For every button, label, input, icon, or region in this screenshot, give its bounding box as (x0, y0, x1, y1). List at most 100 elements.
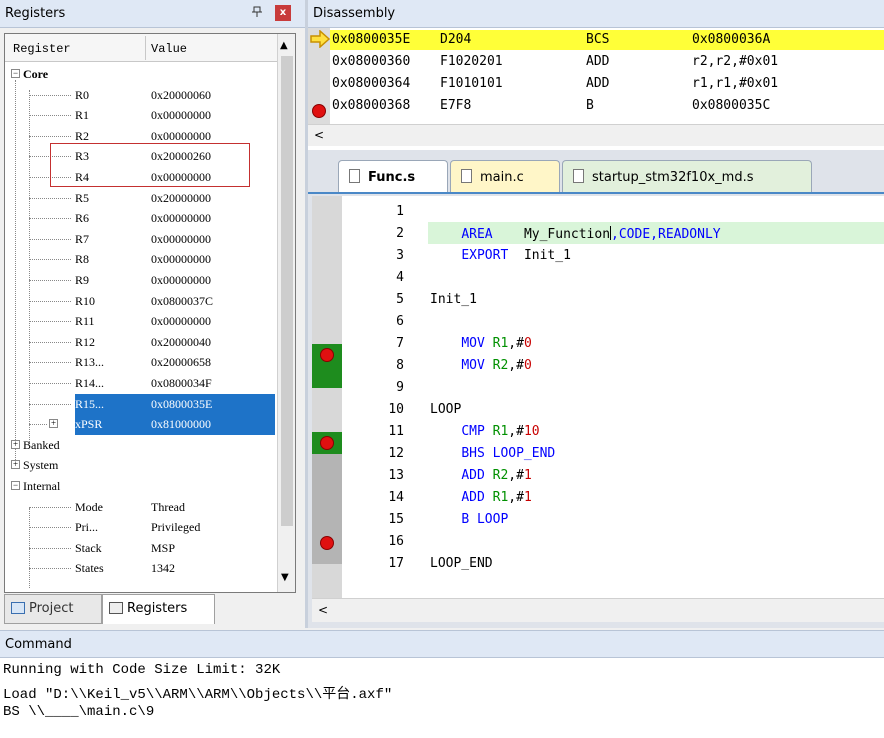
register-row[interactable]: + xPSR 0x81000000 (5, 414, 277, 435)
code-line: EXPORT Init_1 (461, 248, 571, 263)
scroll-left-arrow-icon[interactable]: < (314, 128, 324, 142)
collapse-icon[interactable]: − (11, 69, 20, 78)
register-row[interactable]: States 1342 (5, 558, 277, 579)
code-line: ADD R1,#1 (461, 490, 532, 505)
expand-icon[interactable]: + (11, 439, 20, 449)
disassembly-line[interactable]: 0x0800035E D204 BCS 0x0800036A (330, 30, 884, 50)
scroll-up-arrow-icon[interactable]: ▲ (280, 40, 288, 51)
register-name: R15... (75, 396, 105, 411)
editor-tab-bar: Func.s main.c startup_stm32f10x_md.s (308, 150, 884, 194)
register-value: 0x00000000 (151, 211, 211, 226)
file-icon (573, 169, 584, 183)
register-row[interactable]: R1 0x00000000 (5, 105, 277, 126)
tree-connector (29, 527, 71, 529)
breakpoint-icon[interactable] (312, 104, 326, 118)
line-number: 6 (396, 314, 404, 329)
line-number: 14 (388, 490, 404, 505)
register-row[interactable]: − Core (5, 64, 277, 85)
code-line: B LOOP (461, 512, 509, 527)
register-value: 0x0800034F (151, 376, 212, 390)
register-row[interactable]: R11 0x00000000 (5, 311, 277, 332)
register-row[interactable]: R10 0x0800037C (5, 291, 277, 312)
column-register[interactable]: Register (13, 42, 71, 56)
code-line: LOOP (430, 402, 462, 417)
register-name: Core (23, 67, 49, 81)
scroll-thumb[interactable] (281, 56, 293, 526)
tree-connector (29, 259, 71, 261)
expand-icon[interactable]: + (11, 460, 20, 470)
tab-registers[interactable]: Registers (102, 594, 215, 624)
register-row[interactable]: − Internal (5, 476, 277, 497)
scroll-left-arrow-icon[interactable]: < (318, 603, 328, 617)
register-row[interactable]: R13... 0x20000658 (5, 352, 277, 373)
disasm-address: 0x0800035E (332, 32, 411, 47)
registers-title: Registers (5, 6, 66, 21)
register-row[interactable]: R15... 0x0800035E (5, 393, 277, 415)
breakpoint-icon[interactable] (320, 348, 334, 362)
register-row[interactable]: Stack MSP (5, 538, 277, 559)
disasm-address: 0x08000360 (332, 54, 411, 69)
disassembly-hscrollbar[interactable]: < (308, 124, 884, 146)
register-row[interactable]: R8 0x00000000 (5, 249, 277, 270)
register-row[interactable]: R6 0x00000000 (5, 208, 277, 229)
register-row[interactable]: R5 0x20000000 (5, 188, 277, 209)
current-instruction-arrow-icon (310, 29, 331, 49)
register-name: System (23, 458, 59, 473)
tab-func-s[interactable]: Func.s (338, 160, 448, 192)
register-row[interactable]: R12 0x20000040 (5, 332, 277, 353)
scroll-down-arrow-icon[interactable]: ▼ (281, 572, 289, 583)
register-row[interactable]: Pri... Privileged (5, 517, 277, 538)
code-line: Init_1 (430, 292, 477, 307)
register-row[interactable]: + Banked (5, 435, 277, 456)
code-line: AREA My_Function,CODE,READONLY (461, 226, 721, 242)
register-value: 0x00000000 (151, 314, 211, 329)
tree-connector (29, 280, 71, 281)
collapse-icon[interactable]: − (11, 481, 20, 490)
register-value: Thread (151, 499, 185, 514)
project-icon (11, 602, 25, 614)
column-divider[interactable] (145, 36, 146, 60)
command-output-line: Load "D:\\Keil_v5\\ARM\\ARM\\Objects\\平台… (3, 687, 393, 703)
registers-panel: Registers x Register Value − Core R0 0x2000… (0, 0, 305, 628)
code-editor[interactable]: 1 2 3 4 5 6 7 8 9 10 11 12 13 14 15 16 17 AREA My_Functi… (312, 196, 884, 598)
register-name: xPSR (75, 417, 103, 432)
register-row[interactable]: R0 0x20000060 (5, 85, 277, 106)
expand-icon[interactable]: + (49, 419, 58, 429)
tab-main-c[interactable]: main.c (450, 160, 560, 192)
column-value[interactable]: Value (151, 42, 187, 56)
disasm-mnemonic: BCS (586, 32, 610, 47)
disasm-operand: 0x0800036A (692, 32, 771, 47)
disasm-opcode: D204 (440, 32, 472, 47)
tree-connector (29, 218, 71, 220)
code-line: LOOP_END (430, 556, 493, 570)
tab-startup[interactable]: startup_stm32f10x_md.s (562, 160, 812, 192)
close-icon[interactable]: x (275, 5, 291, 21)
disassembly-line[interactable]: 0x08000360 F1020201 ADD r2,r2,#0x01 (330, 52, 884, 72)
register-value: Privileged (151, 520, 201, 535)
register-row[interactable]: R9 0x00000000 (5, 270, 277, 291)
register-row[interactable]: R14... 0x0800034F (5, 373, 277, 394)
editor-hscrollbar[interactable]: < (312, 598, 884, 622)
register-row[interactable]: Mode Thread (5, 497, 277, 518)
line-number: 9 (396, 380, 404, 395)
register-value: 0x0800035E (151, 396, 213, 411)
registers-scrollbar[interactable]: ▲ ▼ (277, 34, 295, 592)
breakpoint-icon[interactable] (320, 536, 334, 550)
pin-icon[interactable] (250, 6, 264, 20)
breakpoint-icon[interactable] (320, 436, 334, 450)
register-value: 0x00000000 (151, 128, 211, 143)
line-number: 11 (388, 424, 404, 439)
register-name: Internal (23, 479, 61, 493)
register-name: Stack (75, 540, 102, 555)
command-output-line: BS \\____\main.c\9 (3, 704, 155, 720)
register-name: Banked (23, 437, 60, 452)
register-value: 0x20000040 (151, 334, 211, 349)
register-row[interactable]: + System (5, 455, 277, 476)
registers-tree[interactable]: Register Value − Core R0 0x20000060 R1 0x0000… (4, 33, 296, 593)
disassembly-line[interactable]: 0x08000368 E7F8 B 0x0800035C (330, 96, 884, 110)
editor-panel: Func.s main.c startup_stm32f10x_md.s 123… (308, 150, 884, 628)
tab-project[interactable]: Project (4, 594, 102, 624)
register-row[interactable]: R7 0x00000000 (5, 229, 277, 250)
disassembly-line[interactable]: 0x08000364 F1010101 ADD r1,r1,#0x01 (330, 74, 884, 94)
registers-bottom-tabs: Project Registers (4, 594, 300, 624)
